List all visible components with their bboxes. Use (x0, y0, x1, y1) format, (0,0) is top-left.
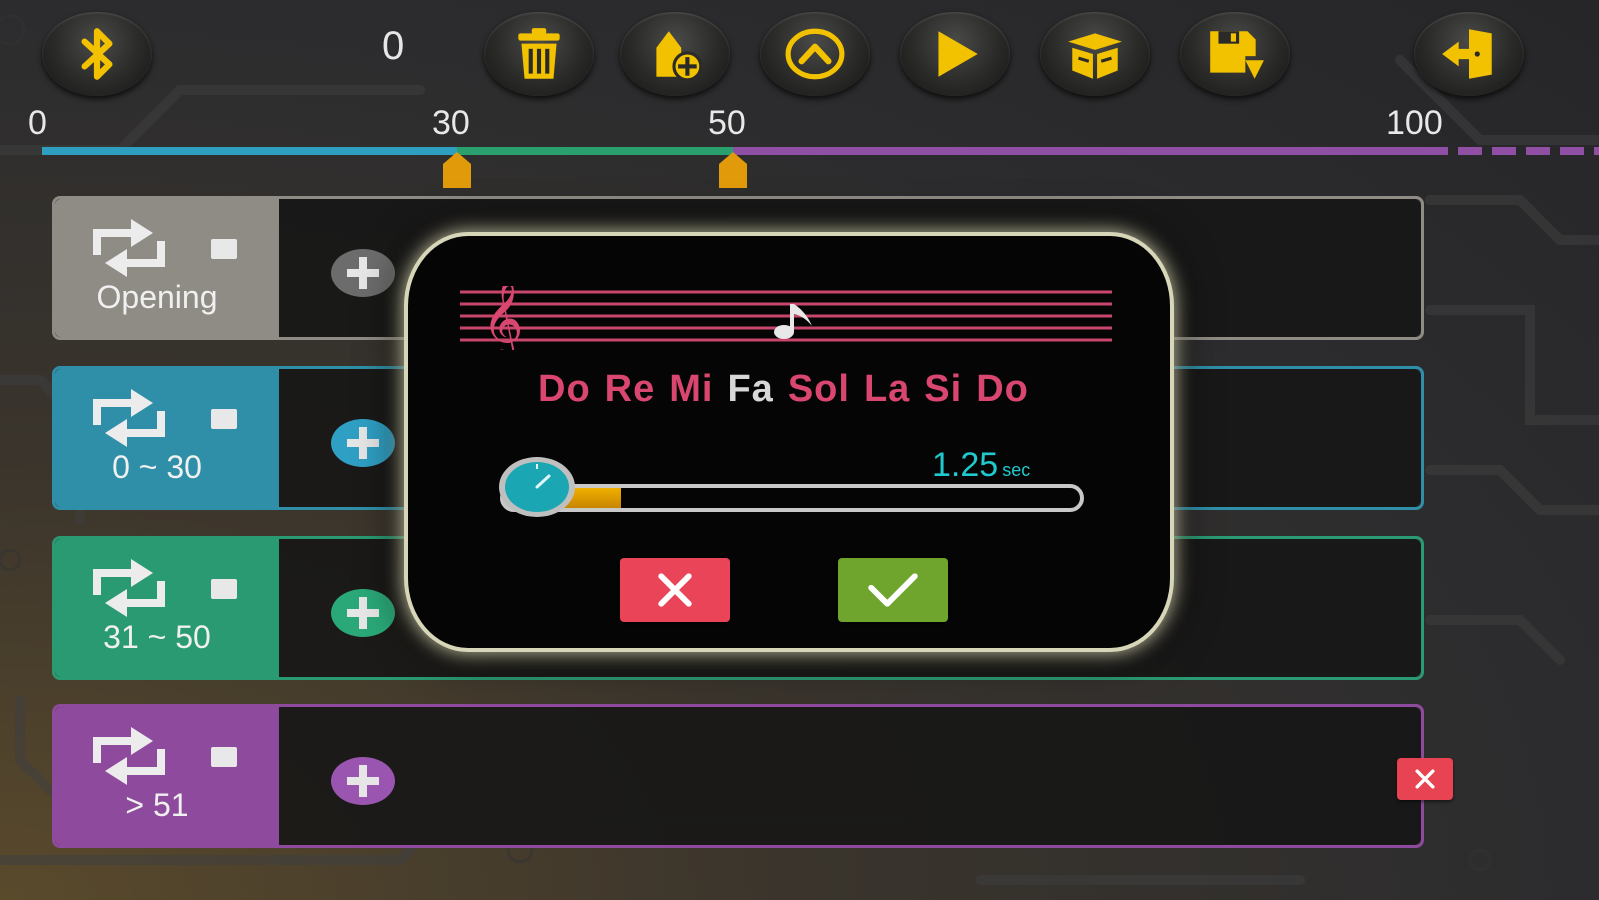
music-staff: 𝄞 (460, 286, 1112, 350)
bluetooth-button[interactable] (42, 12, 152, 96)
close-icon (1415, 769, 1435, 789)
add-action-button[interactable] (331, 757, 395, 805)
counter-value: 0 (382, 24, 405, 68)
note-sol[interactable]: Sol (788, 368, 850, 410)
row-51-plus-header[interactable]: > 51 (55, 707, 279, 845)
confirm-button[interactable] (838, 558, 948, 622)
row-opening-header[interactable]: Opening (55, 199, 279, 337)
tick-label-0: 0 (28, 104, 47, 142)
row-label: Opening (96, 279, 218, 315)
row-0-30-header[interactable]: 0 ~ 30 (55, 369, 279, 507)
chevron-up-icon (785, 28, 845, 80)
music-note-icon (774, 304, 812, 339)
row-51-plus: > 51 (52, 704, 1424, 848)
stop-icon (211, 409, 237, 429)
duration-value: 1.25 (932, 446, 999, 484)
duration-slider[interactable] (500, 484, 1084, 512)
loop-icon (93, 219, 165, 277)
loop-icon (93, 727, 165, 785)
add-action-button[interactable] (331, 249, 395, 297)
cancel-button[interactable] (620, 558, 730, 622)
save-button[interactable] (1180, 12, 1290, 96)
row-31-50-header[interactable]: 31 ~ 50 (55, 539, 279, 677)
timeline-marker-50[interactable] (717, 150, 749, 190)
add-action-button[interactable] (331, 589, 395, 637)
bluetooth-icon (81, 28, 113, 80)
add-block-button[interactable] (620, 12, 730, 96)
note-la[interactable]: La (864, 368, 910, 410)
delete-button[interactable] (484, 12, 594, 96)
save-icon (1210, 31, 1264, 79)
trash-icon (518, 28, 560, 79)
tick-label-100: 100 (1386, 104, 1443, 142)
loop-icon (93, 559, 165, 617)
duration-readout: 1.25 sec (932, 446, 1030, 485)
add-action-button[interactable] (331, 419, 395, 467)
note-si[interactable]: Si (924, 368, 962, 410)
tick-label-50: 50 (708, 104, 746, 142)
note-picker-dialog: 𝄞 Do Re Mi Fa Sol La Si Do 1.25 sec (408, 236, 1170, 648)
plus-icon (347, 765, 379, 797)
loop-icon (93, 389, 165, 447)
add-tag-icon (656, 31, 703, 82)
timeline-marker-30[interactable] (441, 150, 473, 190)
exit-button[interactable] (1414, 12, 1524, 96)
stop-icon (211, 579, 237, 599)
plus-icon (347, 427, 379, 459)
note-do-high[interactable]: Do (976, 368, 1029, 410)
checkmark-icon (868, 573, 918, 607)
treble-clef-icon: 𝄞 (482, 286, 523, 350)
note-do[interactable]: Do (538, 368, 591, 410)
delete-row-button[interactable] (1397, 758, 1453, 800)
stop-icon (211, 747, 237, 767)
tick-label-30: 30 (432, 104, 470, 142)
note-selector: Do Re Mi Fa Sol La Si Do (538, 368, 1043, 411)
exit-icon (1442, 29, 1492, 79)
stop-icon (211, 239, 237, 259)
close-icon (658, 573, 692, 607)
row-label: 0 ~ 30 (112, 449, 202, 485)
duration-unit: sec (1002, 460, 1031, 480)
row-51-plus-body (279, 707, 1421, 845)
plus-icon (347, 257, 379, 289)
note-re[interactable]: Re (605, 368, 656, 410)
note-mi[interactable]: Mi (669, 368, 713, 410)
plus-icon (347, 597, 379, 629)
row-label: > 51 (125, 787, 189, 823)
open-box-button[interactable] (1040, 12, 1150, 96)
up-button[interactable] (760, 12, 870, 96)
timer-knob-icon[interactable] (497, 454, 577, 520)
box-icon (1068, 33, 1122, 79)
note-fa[interactable]: Fa (727, 368, 773, 410)
threshold-timeline (42, 147, 1599, 155)
play-button[interactable] (900, 12, 1010, 96)
play-icon (938, 31, 978, 77)
row-label: 31 ~ 50 (103, 619, 211, 655)
